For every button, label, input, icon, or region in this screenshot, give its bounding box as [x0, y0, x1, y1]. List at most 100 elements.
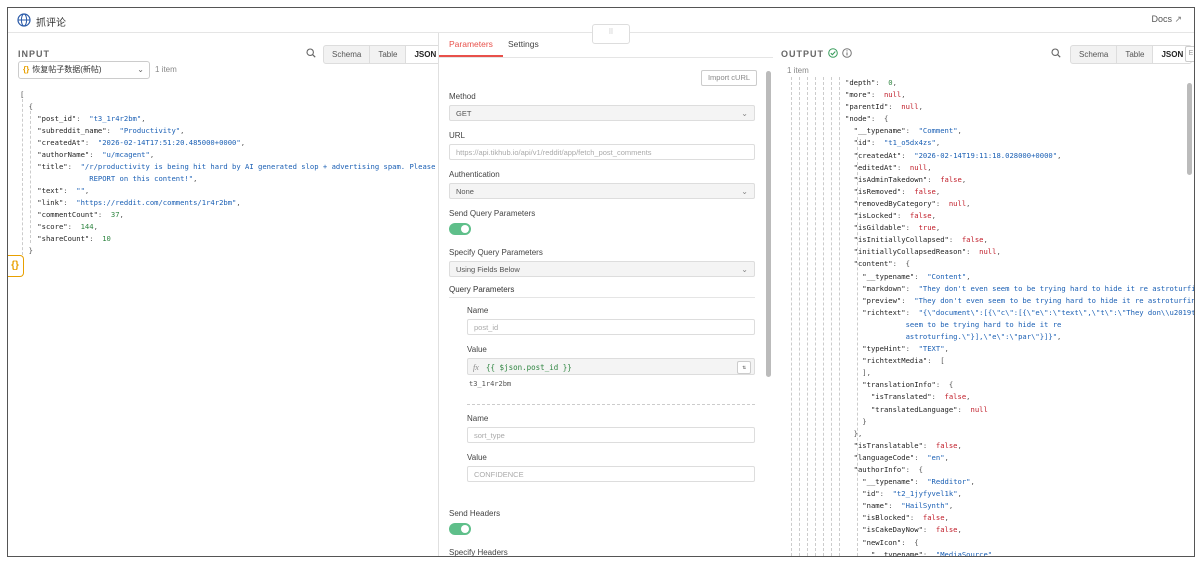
- json-token: "2026-02-14T17:51:20.485000+0000": [97, 138, 241, 147]
- output-panel: OUTPUT Schema Table JSON E 1 item "depth: [773, 33, 1194, 556]
- side-json-toggle-icon[interactable]: {}: [8, 255, 24, 277]
- specify-query-select[interactable]: Using Fields Below ⌄: [449, 261, 755, 277]
- json-line: "translatedLanguage": null: [845, 404, 1194, 416]
- json-token: : {: [901, 537, 919, 547]
- send-query-toggle[interactable]: [449, 223, 471, 235]
- json-line: }: [845, 416, 1194, 428]
- search-icon[interactable]: [1051, 48, 1061, 58]
- method-label: Method: [449, 92, 476, 101]
- divider: [449, 297, 755, 298]
- info-icon[interactable]: [842, 48, 852, 58]
- panel-drag-handle[interactable]: ⠿: [592, 24, 630, 44]
- json-token: ,: [931, 211, 936, 221]
- qp1-value-label: Value: [467, 345, 487, 354]
- method-select[interactable]: GET ⌄: [449, 105, 755, 121]
- json-token: :: [63, 186, 77, 195]
- output-extra-button[interactable]: E: [1185, 46, 1194, 62]
- json-token: null: [901, 102, 919, 112]
- json-token: "typeHint": [845, 344, 906, 354]
- view-table[interactable]: Table: [1117, 46, 1154, 63]
- json-line: "id": "t2_1jyfyvel1k",: [845, 488, 1194, 500]
- view-schema[interactable]: Schema: [324, 46, 371, 63]
- json-token: ,: [84, 186, 90, 195]
- authentication-value: None: [456, 187, 474, 196]
- json-line: "isLocked": false,: [845, 210, 1194, 222]
- external-link-icon[interactable]: ↗: [1174, 14, 1182, 25]
- json-line: "languageCode": "en",: [845, 452, 1194, 464]
- expand-icon[interactable]: ⇅: [737, 361, 751, 374]
- json-token: null: [909, 162, 928, 172]
- search-icon[interactable]: [306, 48, 316, 58]
- json-token: : {: [905, 465, 923, 474]
- view-table[interactable]: Table: [370, 46, 407, 63]
- json-token: "newIcon": [845, 537, 902, 547]
- json-line: "more": null,: [845, 89, 1194, 101]
- qp2-value-input[interactable]: CONFIDENCE: [467, 466, 755, 482]
- json-token: ,: [957, 126, 962, 136]
- json-token: : [: [927, 356, 945, 366]
- url-label: URL: [449, 131, 466, 140]
- json-token: "name": [845, 501, 889, 511]
- json-line: "typeHint": "TEXT",: [845, 343, 1194, 355]
- qp1-expression-result: t3_1r4r2bm: [469, 380, 512, 388]
- json-token: :: [922, 549, 936, 557]
- json-token: ,: [236, 198, 241, 207]
- json-token: "more": [845, 90, 871, 100]
- send-headers-toggle[interactable]: [449, 523, 471, 535]
- dashed-divider: [467, 404, 755, 405]
- json-line: "parentId": null,: [845, 101, 1194, 113]
- json-line: "createdAt": "2026-02-14T19:11:18.028000…: [845, 150, 1194, 162]
- authentication-select[interactable]: None ⌄: [449, 183, 755, 199]
- json-token: "They don't even seem to be trying hard …: [918, 283, 1195, 293]
- json-token: "isTranslatable": [845, 440, 923, 450]
- params-scrollbar[interactable]: [766, 71, 771, 377]
- json-token: ],: [845, 368, 871, 378]
- url-input[interactable]: https://api.tikhub.io/api/v1/reddit/app/…: [449, 144, 755, 160]
- indent-guide: [799, 77, 800, 556]
- output-scrollbar[interactable]: [1187, 83, 1192, 175]
- qp1-value-expression[interactable]: fx {{ $json.post_id }} ⇅: [467, 358, 755, 375]
- json-token: "u/mcagent": [102, 150, 150, 159]
- json-token: ,: [948, 501, 954, 511]
- json-token: null: [979, 247, 997, 257]
- json-token: ,: [193, 174, 198, 183]
- view-schema[interactable]: Schema: [1071, 46, 1118, 63]
- json-token: ,: [996, 247, 1001, 257]
- indent-guide: [839, 77, 840, 556]
- json-line: "__typename": "Redditor",: [845, 476, 1194, 488]
- json-line: REPORT on this content!",: [20, 173, 453, 185]
- json-token: null: [970, 404, 988, 414]
- json-token: :: [905, 307, 919, 317]
- json-line: "translationInfo": {: [845, 379, 1194, 391]
- json-line: "__typename": "Content",: [845, 271, 1194, 283]
- json-token: "isLocked": [845, 211, 897, 221]
- qp2-name-input[interactable]: sort_type: [467, 427, 755, 443]
- json-token: :: [67, 162, 81, 171]
- indent-guide: [791, 77, 792, 556]
- json-token: ,: [1057, 331, 1062, 341]
- json-token: :: [76, 114, 90, 123]
- json-token: "translatedLanguage": [845, 404, 958, 414]
- node-title[interactable]: 抓评论: [36, 14, 66, 29]
- input-node-select[interactable]: {} 恢复帖子数据(新帖) ⌄: [18, 61, 150, 79]
- tab-parameters[interactable]: Parameters: [449, 39, 493, 49]
- json-line: "score": 144,: [20, 221, 453, 233]
- json-token: "__typename": [845, 271, 915, 281]
- qp1-name-input[interactable]: post_id: [467, 319, 755, 335]
- json-token: :: [84, 138, 98, 147]
- json-token: :: [931, 392, 945, 402]
- json-token: :: [935, 198, 949, 208]
- docs-link[interactable]: Docs: [1151, 14, 1172, 24]
- json-line: "isTranslatable": false,: [845, 440, 1194, 452]
- json-token: "parentId": [845, 102, 889, 112]
- json-token: :: [106, 126, 120, 135]
- app-frame: 抓评论 Docs ↗ ⠿ INPUT Schema Table JSON {} 恢…: [7, 7, 1195, 557]
- json-token: "id": [845, 489, 880, 499]
- json-line: ]: [20, 257, 453, 269]
- json-token: ,: [918, 102, 923, 112]
- tab-settings[interactable]: Settings: [508, 39, 539, 49]
- json-token: :: [905, 126, 919, 136]
- json-token: 10: [102, 234, 111, 243]
- import-curl-button[interactable]: Import cURL: [701, 70, 757, 86]
- json-token: ,: [992, 549, 997, 557]
